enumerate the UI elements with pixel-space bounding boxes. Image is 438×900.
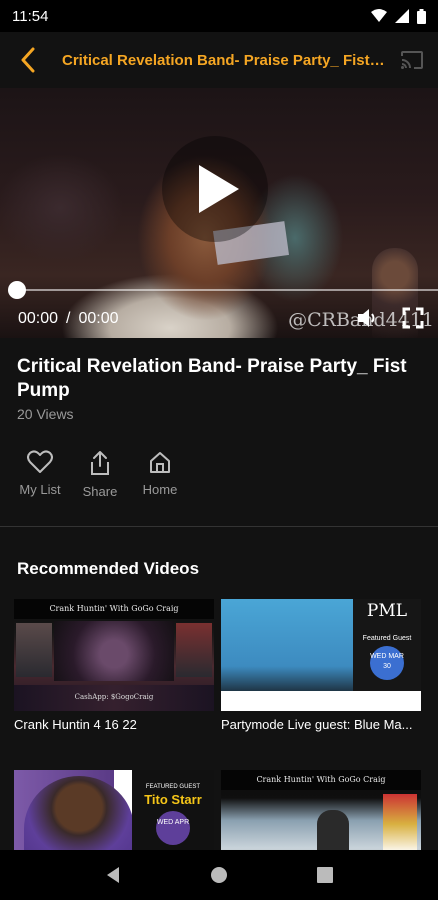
thumbnail-guest-name: Tito Starr	[144, 792, 202, 807]
time-display: 00:00 / 00:00	[18, 310, 119, 328]
thumbnail-guest-label: FEATURED GUEST	[145, 784, 201, 790]
play-icon	[199, 165, 239, 213]
nav-back-icon[interactable]	[105, 866, 121, 884]
recommended-heading: Recommended Videos	[17, 559, 200, 578]
heart-icon	[27, 450, 53, 473]
thumbnail-inset	[16, 623, 52, 677]
thumbnail-logo: PML	[366, 601, 408, 621]
seek-bar[interactable]	[18, 289, 438, 291]
status-time: 11:54	[12, 7, 49, 25]
status-bar: 11:54	[0, 0, 438, 32]
recommended-card[interactable]: PML Featured Guest WED MAR 30 Partymode …	[221, 599, 421, 732]
thumbnail-date-badge: WED APR	[156, 811, 190, 845]
share-label: Share	[82, 484, 118, 499]
fullscreen-icon	[402, 307, 424, 329]
thumbnail-strip	[221, 691, 421, 711]
nav-home-icon[interactable]	[210, 866, 228, 884]
duration: 00:00	[78, 310, 119, 327]
view-count: 20 Views	[17, 406, 74, 422]
thumbnail-promo: FEATURED GUEST Tito Starr WED APR	[132, 770, 214, 850]
nav-recents-icon[interactable]	[317, 867, 334, 883]
video-thumbnail[interactable]: PML Featured Guest WED MAR 30	[221, 599, 421, 711]
share-icon	[91, 451, 109, 475]
current-time: 00:00	[18, 310, 59, 327]
wifi-icon	[371, 9, 387, 22]
recommended-card[interactable]: FEATURED GUEST Tito Starr WED APR	[14, 770, 214, 850]
thumbnail-scene	[54, 621, 174, 681]
cast-button[interactable]	[386, 32, 438, 88]
section-divider	[0, 526, 438, 527]
volume-button[interactable]	[356, 307, 380, 329]
recommended-title[interactable]: Crank Huntin 4 16 22	[14, 717, 224, 732]
recommended-title[interactable]: Partymode Live guest: Blue Ma...	[221, 717, 431, 732]
video-title: Critical Revelation Band- Praise Party_ …	[17, 356, 407, 401]
play-button[interactable]	[162, 136, 268, 242]
cast-icon	[401, 51, 423, 69]
thumbnail-footer: CashApp: $GogoCraig	[14, 685, 214, 711]
video-thumbnail[interactable]: Crank Huntin' With GoGo Craig CashApp: $…	[14, 599, 214, 711]
video-thumbnail[interactable]: FEATURED GUEST Tito Starr WED APR	[14, 770, 214, 850]
home-button[interactable]: Home	[130, 450, 190, 499]
time-separator: /	[66, 310, 71, 327]
volume-icon	[358, 309, 375, 327]
action-row: My List Share Home	[10, 450, 190, 499]
app-bar-title: Critical Revelation Band- Praise Party_ …	[62, 51, 386, 69]
video-thumbnail[interactable]: Crank Huntin' With GoGo Craig	[221, 770, 421, 850]
status-icons	[371, 8, 426, 24]
back-button[interactable]	[0, 32, 56, 88]
thumbnail-scene	[24, 776, 134, 850]
signal-icon	[395, 9, 409, 23]
thumbnail-guest-label: Featured Guest	[362, 635, 412, 642]
thumbnail-inset	[176, 623, 212, 677]
thumbnail-header: Crank Huntin' With GoGo Craig	[14, 599, 214, 619]
thumbnail-inset	[383, 794, 417, 850]
thumbnail-date-badge: WED MAR 30	[370, 646, 404, 680]
home-icon	[150, 452, 170, 473]
recommended-row-partial: FEATURED GUEST Tito Starr WED APR Crank …	[0, 770, 438, 850]
fullscreen-button[interactable]	[402, 307, 424, 329]
battery-icon	[417, 8, 426, 24]
system-nav-bar	[0, 850, 438, 900]
recommended-card[interactable]: Crank Huntin' With GoGo Craig CashApp: $…	[14, 599, 214, 732]
my-list-button[interactable]: My List	[10, 450, 70, 499]
video-player[interactable]: 00:00 / 00:00 @CRBand4411	[0, 88, 438, 338]
chevron-left-icon	[21, 47, 35, 73]
my-list-label: My List	[19, 482, 61, 497]
share-button[interactable]: Share	[70, 450, 130, 499]
recommended-card[interactable]: Crank Huntin' With GoGo Craig	[221, 770, 421, 850]
home-label: Home	[142, 482, 178, 497]
thumbnail-header: Crank Huntin' With GoGo Craig	[221, 770, 421, 790]
thumbnail-scene	[317, 810, 349, 850]
seek-thumb[interactable]	[8, 281, 26, 299]
app-bar: Critical Revelation Band- Praise Party_ …	[0, 32, 438, 88]
